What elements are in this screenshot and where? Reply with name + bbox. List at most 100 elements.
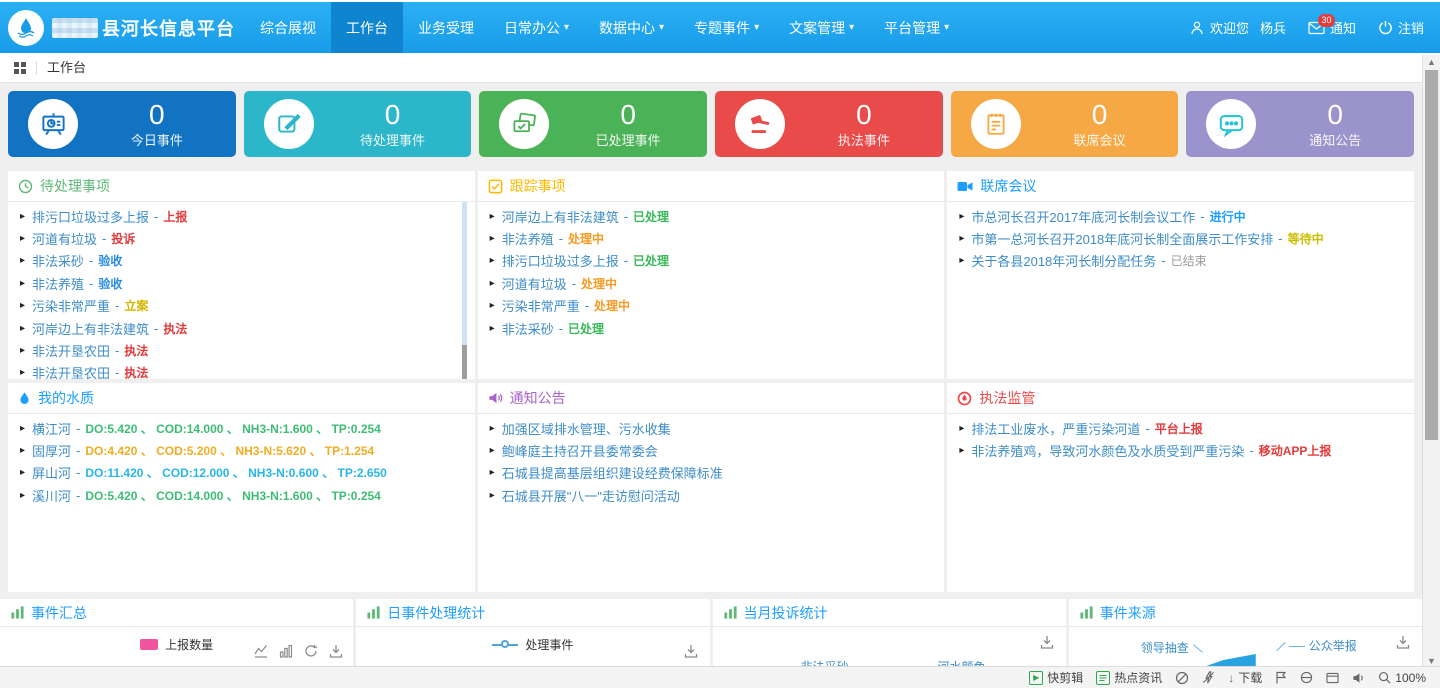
water-item[interactable]: ▸屏山河-DO:11.420 、 COD:12.000 、 NH3-N:0.60… xyxy=(20,462,475,484)
ad-block-icon[interactable] xyxy=(1175,671,1189,685)
page-title: 工作台 xyxy=(36,61,86,75)
refresh-icon[interactable] xyxy=(304,644,318,658)
caret-right-icon: ▸ xyxy=(959,211,964,222)
browser-mode-icon[interactable] xyxy=(1300,671,1313,684)
download-manager-button[interactable]: ↓下载 xyxy=(1228,669,1262,686)
menu-item-documents[interactable]: 文案管理▾ xyxy=(774,2,869,53)
panel-title: 通知公告 xyxy=(510,388,566,408)
list-item[interactable]: ▸非法采砂-已处理 xyxy=(490,317,945,339)
panel-header: 待处理事项 xyxy=(8,171,475,202)
list-item[interactable]: ▸加强区域排水管理、污水收集 xyxy=(490,417,945,439)
caret-right-icon: ▸ xyxy=(490,467,495,478)
download-icon[interactable] xyxy=(329,644,343,658)
list-item[interactable]: ▸非法采砂-验收 xyxy=(20,250,475,272)
panel-scrollbar[interactable] xyxy=(462,202,467,379)
chart-body: 领导抽查 公众举报 xyxy=(1069,627,1422,667)
chart-legend[interactable]: 处理事件 xyxy=(356,636,709,653)
stat-value: 0 xyxy=(1327,100,1343,130)
grid-icon[interactable] xyxy=(14,62,26,74)
menu-item-data-center[interactable]: 数据中心▾ xyxy=(584,2,679,53)
stat-card-enforcement-events[interactable]: 0执法事件 xyxy=(715,91,943,157)
brand[interactable]: 县河长信息平台 xyxy=(0,10,245,46)
panel-title: 执法监管 xyxy=(979,388,1035,408)
panel-grid: 待处理事项 ▸排污口垃圾过多上报-上报 ▸河道有垃圾-投诉 ▸非法采砂-验收 ▸… xyxy=(8,171,1414,592)
menu-item-overview[interactable]: 综合展视 xyxy=(245,2,331,53)
list-item[interactable]: ▸非法养殖-处理中 xyxy=(490,227,945,249)
stat-card-pending-events[interactable]: 0待处理事件 xyxy=(244,91,472,157)
list-item[interactable]: ▸非法养殖鸡，导致河水颜色及水质受到严重污染-移动APP上报 xyxy=(959,439,1414,461)
list-item[interactable]: ▸非法开垦农田-执法 xyxy=(20,339,475,361)
status-badge: 已处理 xyxy=(633,252,669,269)
list-item[interactable]: ▸污染非常严重-处理中 xyxy=(490,295,945,317)
zoom-control[interactable]: 100% xyxy=(1378,671,1426,685)
water-quality-list: ▸横江河-DO:5.420 、 COD:14.000 、 NH3-N:1.600… xyxy=(8,414,475,507)
chart-title: 当月投诉统计 xyxy=(744,603,828,623)
scroll-up-arrow[interactable]: ▲ xyxy=(1423,55,1440,69)
river-name: 屏山河 xyxy=(32,463,71,482)
download-icon[interactable] xyxy=(684,644,698,658)
line-chart-toggle-icon[interactable] xyxy=(254,644,268,658)
notifications-button[interactable]: 30 通知 xyxy=(1308,18,1356,37)
flash-off-icon[interactable] xyxy=(1202,671,1215,684)
chart-header: 日事件处理统计 xyxy=(356,599,709,627)
list-item[interactable]: ▸污染非常严重-立案 xyxy=(20,295,475,317)
caret-right-icon: ▸ xyxy=(490,323,495,334)
app-root: 县河长信息平台 综合展视 工作台 业务受理 日常办公▾ 数据中心▾ 专题事件▾ … xyxy=(0,0,1440,688)
panel-joint-meetings: 联席会议 ▸市总河长召开2017年底河长制会议工作-进行中 ▸市第一总河长召开2… xyxy=(947,171,1414,379)
legend-swatch xyxy=(140,639,158,650)
menu-item-business[interactable]: 业务受理 xyxy=(403,2,489,53)
page-scrollbar[interactable]: ▲ ▼ xyxy=(1422,55,1440,668)
list-item[interactable]: ▸石城县提高基层组织建设经费保障标准 xyxy=(490,462,945,484)
stat-card-today-events[interactable]: 0今日事件 xyxy=(8,91,236,157)
panel-header: 我的水质 xyxy=(8,383,475,414)
caret-down-icon: ▾ xyxy=(944,22,949,33)
list-item[interactable]: ▸排污口垃圾过多上报-上报 xyxy=(20,205,475,227)
panel-scrollbar-thumb[interactable] xyxy=(462,345,467,379)
list-item[interactable]: ▸排法工业废水，严重污染河道-平台上报 xyxy=(959,417,1414,439)
menu-item-daily-office[interactable]: 日常办公▾ xyxy=(489,2,584,53)
logout-button[interactable]: 注销 xyxy=(1378,18,1424,37)
user-greeting[interactable]: 欢迎您 杨兵 xyxy=(1189,18,1286,37)
list-item[interactable]: ▸非法开垦农田-执法 xyxy=(20,362,475,379)
list-item[interactable]: ▸河岸边上有非法建筑-已处理 xyxy=(490,205,945,227)
water-item[interactable]: ▸横江河-DO:5.420 、 COD:14.000 、 NH3-N:1.600… xyxy=(20,417,475,439)
list-item[interactable]: ▸石城县开展"八一"走访慰问活动 xyxy=(490,484,945,506)
window-icon[interactable] xyxy=(1326,672,1339,684)
list-item[interactable]: ▸河道有垃圾-投诉 xyxy=(20,227,475,249)
download-icon[interactable] xyxy=(1040,635,1054,649)
chart-body: 处理事件 xyxy=(356,636,709,667)
bar-chart-toggle-icon[interactable] xyxy=(279,644,293,658)
list-item[interactable]: ▸河岸边上有非法建筑-执法 xyxy=(20,317,475,339)
water-item[interactable]: ▸固厚河-DO:4.420 、 COD:5.200 、 NH3-N:5.620 … xyxy=(20,439,475,461)
stat-card-joint-meetings[interactable]: 0联席会议 xyxy=(951,91,1179,157)
list-item[interactable]: ▸鲍峰庭主持召开县委常委会 xyxy=(490,439,945,461)
scrollbar-thumb[interactable] xyxy=(1425,70,1438,440)
list-item[interactable]: ▸排污口垃圾过多上报-已处理 xyxy=(490,250,945,272)
speaker-icon[interactable] xyxy=(1352,672,1365,684)
menu-item-platform-admin[interactable]: 平台管理▾ xyxy=(869,2,964,53)
video-camera-icon xyxy=(957,180,973,193)
quick-edit-button[interactable]: ▶快剪辑 xyxy=(1029,669,1083,686)
download-icon[interactable] xyxy=(1396,635,1410,649)
top-navbar: 县河长信息平台 综合展视 工作台 业务受理 日常办公▾ 数据中心▾ 专题事件▾ … xyxy=(0,2,1440,53)
water-item[interactable]: ▸溪川河-DO:5.420 、 COD:14.000 、 NH3-N:1.600… xyxy=(20,484,475,506)
hot-news-button[interactable]: 热点资讯 xyxy=(1096,669,1162,686)
flag-icon[interactable] xyxy=(1275,671,1287,684)
caret-right-icon: ▸ xyxy=(959,445,964,456)
label-callout-line xyxy=(1289,646,1305,647)
status-badge: 等待中 xyxy=(1288,230,1324,247)
list-item[interactable]: ▸关于各县2018年河长制分配任务-已结束 xyxy=(959,250,1414,272)
menu-item-workbench[interactable]: 工作台 xyxy=(331,2,403,53)
tracked-list: ▸河岸边上有非法建筑-已处理 ▸非法养殖-处理中 ▸排污口垃圾过多上报-已处理 … xyxy=(478,202,945,339)
list-item[interactable]: ▸非法养殖-验收 xyxy=(20,272,475,294)
status-badge: 上报 xyxy=(163,208,187,225)
enforcement-emblem-icon xyxy=(957,391,972,406)
list-item[interactable]: ▸市总河长召开2017年底河长制会议工作-进行中 xyxy=(959,205,1414,227)
stat-card-processed-events[interactable]: 0已处理事件 xyxy=(479,91,707,157)
chart-title: 事件来源 xyxy=(1100,603,1156,623)
menu-item-special-events[interactable]: 专题事件▾ xyxy=(679,2,774,53)
list-item[interactable]: ▸市第一总河长召开2018年底河长制全面展示工作安排-等待中 xyxy=(959,227,1414,249)
stat-card-notices[interactable]: 0通知公告 xyxy=(1186,91,1414,157)
caret-right-icon: ▸ xyxy=(490,490,495,501)
list-item[interactable]: ▸河道有垃圾-处理中 xyxy=(490,272,945,294)
